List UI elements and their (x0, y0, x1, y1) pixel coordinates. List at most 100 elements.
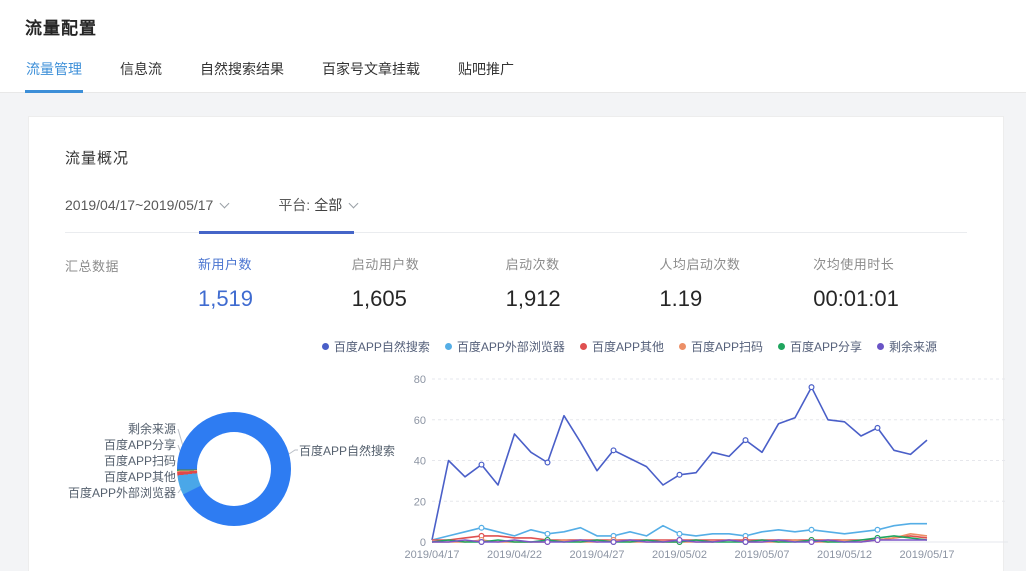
legend-dot-icon (679, 343, 686, 350)
data-point-marker (611, 448, 616, 453)
metric-value: 1,605 (352, 286, 506, 312)
active-metric-underline (199, 231, 354, 234)
chart-legend: 百度APP自然搜索 百度APP外部浏览器 百度APP其他 百度APP扫码 百度APP分享… (322, 338, 937, 355)
data-point-marker (677, 538, 682, 543)
tab-3[interactable]: 百家号文章挂载 (321, 51, 421, 93)
metric-1[interactable]: 启动用户数 1,605 (352, 254, 506, 312)
traffic-overview-card: 流量概况 2019/04/17~2019/05/17 平台: 全部 汇总数据 新… (28, 116, 1004, 571)
pie-left-labels: 剩余来源百度APP分享百度APP扫码百度APP其他百度APP外部浏览器 (65, 421, 176, 501)
pie-label: 百度APP分享 (65, 437, 176, 453)
legend-label: 百度APP扫码 (691, 338, 763, 355)
legend-dot-icon (778, 343, 785, 350)
x-tick-label: 2019/05/07 (734, 549, 789, 561)
pie-label: 百度APP自然搜索 (299, 442, 395, 459)
legend-label: 剩余来源 (889, 338, 937, 355)
data-point-marker (875, 527, 880, 532)
metric-2[interactable]: 启动次数 1,912 (506, 254, 660, 312)
stats-divider (65, 232, 967, 233)
summary-data-label: 汇总数据 (65, 254, 198, 312)
metric-4[interactable]: 次均使用时长 00:01:01 (813, 254, 967, 312)
metric-0[interactable]: 新用户数 1,519 (198, 254, 352, 312)
y-tick-label: 20 (414, 496, 426, 508)
metric-value: 1.19 (659, 286, 813, 312)
x-tick-label: 2019/04/22 (487, 549, 542, 561)
y-tick-label: 80 (414, 374, 426, 386)
legend-dot-icon (445, 343, 452, 350)
legend-item-0[interactable]: 百度APP自然搜索 (322, 338, 430, 355)
legend-dot-icon (322, 343, 329, 350)
y-tick-label: 40 (414, 456, 426, 468)
legend-label: 百度APP外部浏览器 (457, 338, 565, 355)
metric-value: 00:01:01 (813, 286, 967, 312)
data-point-marker (479, 525, 484, 530)
data-point-marker (479, 540, 484, 545)
y-tick-label: 0 (420, 537, 426, 549)
top-tabbar: 流量管理信息流自然搜索结果百家号文章挂载贴吧推广 (0, 51, 1026, 93)
stats-row: 汇总数据 新用户数 1,519启动用户数 1,605启动次数 1,912 人均启动次数 1… (65, 233, 967, 312)
data-point-marker (545, 540, 550, 545)
data-point-marker (545, 531, 550, 536)
charts-row: 剩余来源百度APP分享百度APP扫码百度APP其他百度APP外部浏览器 百度AP… (65, 332, 967, 581)
platform-value: 全部 (314, 195, 342, 215)
legend-item-1[interactable]: 百度APP外部浏览器 (445, 338, 565, 355)
data-point-marker (809, 527, 814, 532)
line-chart: 0204060802019/04/172019/04/222019/04/272… (412, 366, 970, 581)
metric-label: 人均启动次数 (659, 254, 813, 273)
x-tick-label: 2019/05/02 (652, 549, 707, 561)
legend-item-3[interactable]: 百度APP扫码 (679, 338, 763, 355)
page-header: 流量配置 (0, 0, 1026, 51)
line-chart-svg: 0204060802019/04/172019/04/222019/04/272… (412, 366, 970, 578)
x-tick-label: 2019/05/17 (899, 549, 954, 561)
metric-value: 1,519 (198, 286, 352, 312)
date-range-value: 2019/04/17~2019/05/17 (65, 197, 213, 213)
metric-label: 次均使用时长 (813, 254, 967, 273)
line-series-0 (432, 387, 927, 540)
data-point-marker (479, 462, 484, 467)
tab-0[interactable]: 流量管理 (25, 51, 83, 93)
x-tick-label: 2019/05/12 (817, 549, 872, 561)
date-range-picker[interactable]: 2019/04/17~2019/05/17 (65, 197, 228, 213)
content-canvas: 流量概况 2019/04/17~2019/05/17 平台: 全部 汇总数据 新… (0, 93, 1026, 571)
legend-item-5[interactable]: 剩余来源 (877, 338, 937, 355)
pie-label: 百度APP扫码 (65, 453, 176, 469)
metric-label: 启动用户数 (352, 254, 506, 273)
x-tick-label: 2019/04/17 (404, 549, 459, 561)
platform-select[interactable]: 平台: 全部 (278, 195, 357, 215)
tab-4[interactable]: 贴吧推广 (457, 51, 515, 93)
chart-section: 百度APP自然搜索百度APP外部浏览器百度APP其他百度APP扫码百度APP分享… (65, 332, 967, 581)
pie-label: 百度APP其他 (65, 469, 176, 485)
legend-item-2[interactable]: 百度APP其他 (580, 338, 664, 355)
legend-dot-icon (580, 343, 587, 350)
legend-label: 百度APP其他 (592, 338, 664, 355)
metric-3[interactable]: 人均启动次数 1.19 (659, 254, 813, 312)
data-point-marker (875, 426, 880, 431)
chevron-down-icon (220, 198, 230, 208)
data-point-marker (743, 438, 748, 443)
y-tick-label: 60 (414, 415, 426, 427)
legend-item-4[interactable]: 百度APP分享 (778, 338, 862, 355)
data-point-marker (677, 531, 682, 536)
legend-dot-icon (877, 343, 884, 350)
page-title: 流量配置 (25, 14, 1001, 39)
tab-2[interactable]: 自然搜索结果 (199, 51, 285, 93)
legend-label: 百度APP自然搜索 (334, 338, 430, 355)
data-point-marker (875, 538, 880, 543)
data-point-marker (611, 540, 616, 545)
data-point-marker (545, 460, 550, 465)
tab-1[interactable]: 信息流 (119, 51, 163, 93)
data-point-marker (743, 540, 748, 545)
metric-value: 1,912 (506, 286, 660, 312)
data-point-marker (677, 472, 682, 477)
data-point-marker (809, 540, 814, 545)
x-tick-label: 2019/04/27 (569, 549, 624, 561)
metric-label: 新用户数 (198, 254, 352, 273)
pie-label: 剩余来源 (65, 421, 176, 437)
card-title: 流量概况 (65, 147, 967, 168)
pie-label: 百度APP外部浏览器 (65, 485, 176, 501)
donut-ring[interactable] (177, 412, 291, 526)
legend-label: 百度APP分享 (790, 338, 862, 355)
data-point-marker (809, 385, 814, 390)
filters-row: 2019/04/17~2019/05/17 平台: 全部 (65, 195, 967, 215)
platform-label: 平台: (278, 195, 310, 215)
metric-label: 启动次数 (506, 254, 660, 273)
